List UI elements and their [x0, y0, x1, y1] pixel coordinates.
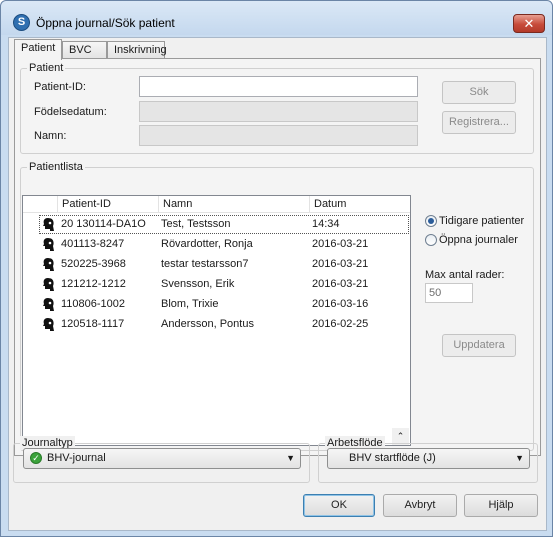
patient-head-icon — [43, 278, 54, 291]
name-label: Namn: — [34, 130, 67, 142]
row-name: Rövardotter, Ronja — [161, 238, 253, 250]
green-check-icon: ✓ — [30, 452, 42, 464]
row-patient-id: 110806-1002 — [61, 298, 126, 310]
table-row[interactable]: 401113-8247 Rövardotter, Ronja 2016-03-2… — [23, 235, 410, 255]
row-name: testar testarsson7 — [161, 258, 249, 270]
dialog-window: S Öppna journal/Sök patient ✕ Patient BV… — [0, 0, 553, 537]
patient-id-input[interactable] — [139, 76, 418, 97]
help-button[interactable]: Hjälp — [464, 494, 538, 517]
close-button[interactable]: ✕ — [513, 14, 545, 33]
workflow-select[interactable]: BHV startflöde (J) ▼ — [327, 448, 530, 469]
table-row[interactable]: 110806-1002 Blom, Trixie 2016-03-16 — [23, 295, 410, 315]
journal-type-select[interactable]: ✓ BHV-journal ▼ — [23, 448, 301, 469]
app-icon: S — [13, 14, 30, 31]
radio-open-journals[interactable] — [425, 234, 437, 246]
row-name: Svensson, Erik — [161, 278, 235, 290]
ok-button[interactable]: OK — [303, 494, 375, 517]
tab-patient[interactable]: Patient — [14, 39, 62, 60]
radio-previous-label[interactable]: Tidigare patienter — [439, 215, 524, 228]
row-date: 14:34 — [312, 218, 340, 230]
patient-head-icon — [43, 318, 54, 331]
tab-label: BVC — [69, 44, 92, 56]
patient-head-icon — [43, 258, 54, 271]
workflow-value: BHV startflöde (J) — [349, 452, 436, 464]
table-row[interactable]: 121212-1212 Svensson, Erik 2016-03-21 — [23, 275, 410, 295]
tab-bvc[interactable]: BVC — [62, 41, 107, 59]
journal-type-value: BHV-journal — [47, 452, 106, 464]
row-patient-id: 401113-8247 — [61, 238, 125, 250]
table-row[interactable]: 20 130114-DA1O Test, Testsson 14:34 — [23, 215, 410, 235]
close-icon: ✕ — [523, 16, 535, 31]
row-patient-id: 20 130114-DA1O — [61, 218, 146, 230]
max-rows-input[interactable]: 50 — [425, 283, 473, 303]
row-date: 2016-02-25 — [312, 318, 369, 330]
update-button[interactable]: Uppdatera — [442, 334, 516, 357]
birthdate-label: Födelsedatum: — [34, 106, 107, 118]
register-button[interactable]: Registrera... — [442, 111, 516, 134]
tab-inskrivning[interactable]: Inskrivning — [107, 41, 167, 59]
row-date: 2016-03-16 — [312, 298, 369, 310]
search-button[interactable]: Sök — [442, 81, 516, 104]
dialog-client: Patient BVC Inskrivning Patient Patient-… — [8, 37, 547, 531]
row-date: 2016-03-21 — [312, 238, 369, 250]
table-row[interactable]: 520225-3968 testar testarsson7 2016-03-2… — [23, 255, 410, 275]
birthdate-field — [139, 101, 418, 122]
column-header-name[interactable]: Namn — [158, 196, 309, 213]
column-header-date[interactable]: Datum — [309, 196, 410, 213]
row-patient-id: 120518-1117 — [61, 318, 125, 330]
radio-open-label[interactable]: Öppna journaler — [439, 234, 518, 247]
header-icon-column[interactable] — [23, 196, 57, 213]
patient-group-legend: Patient — [27, 61, 66, 75]
cancel-button[interactable]: Avbryt — [383, 494, 457, 517]
chevron-down-icon: ▼ — [286, 453, 295, 463]
patient-list-header: Patient-ID Namn Datum — [23, 196, 410, 213]
row-name: Test, Testsson — [161, 218, 231, 230]
tab-panel-patient: Patient Patient-ID: Födelsedatum: Namn: … — [14, 58, 541, 456]
patient-head-icon — [43, 298, 54, 311]
chevron-down-icon: ▼ — [515, 453, 524, 463]
max-rows-value: 50 — [429, 287, 442, 299]
patient-head-icon — [43, 218, 54, 231]
patient-group: Patient Patient-ID: Födelsedatum: Namn: … — [20, 61, 534, 154]
table-row[interactable]: 120518-1117 Andersson, Pontus 2016-02-25 — [23, 315, 410, 335]
window-title: Öppna journal/Sök patient — [36, 16, 175, 30]
title-bar[interactable]: S Öppna journal/Sök patient ✕ — [1, 1, 552, 35]
row-name: Andersson, Pontus — [161, 318, 254, 330]
row-date: 2016-03-21 — [312, 258, 369, 270]
row-name: Blom, Trixie — [161, 298, 219, 310]
max-rows-label: Max antal rader: — [425, 269, 505, 281]
row-patient-id: 121212-1212 — [61, 278, 126, 290]
row-patient-id: 520225-3968 — [61, 258, 126, 270]
patient-head-icon — [43, 238, 54, 251]
patient-list[interactable]: Patient-ID Namn Datum 20 130114-DA1O Tes… — [22, 195, 411, 446]
row-date: 2016-03-21 — [312, 278, 369, 290]
name-field — [139, 125, 418, 146]
tab-label: Patient — [21, 42, 56, 54]
radio-previous-patients[interactable] — [425, 215, 437, 227]
patient-id-label: Patient-ID: — [34, 81, 86, 93]
patient-list-legend: Patientlista — [27, 160, 85, 174]
column-header-patient-id[interactable]: Patient-ID — [57, 196, 158, 213]
tab-label: Inskrivning — [114, 44, 167, 56]
